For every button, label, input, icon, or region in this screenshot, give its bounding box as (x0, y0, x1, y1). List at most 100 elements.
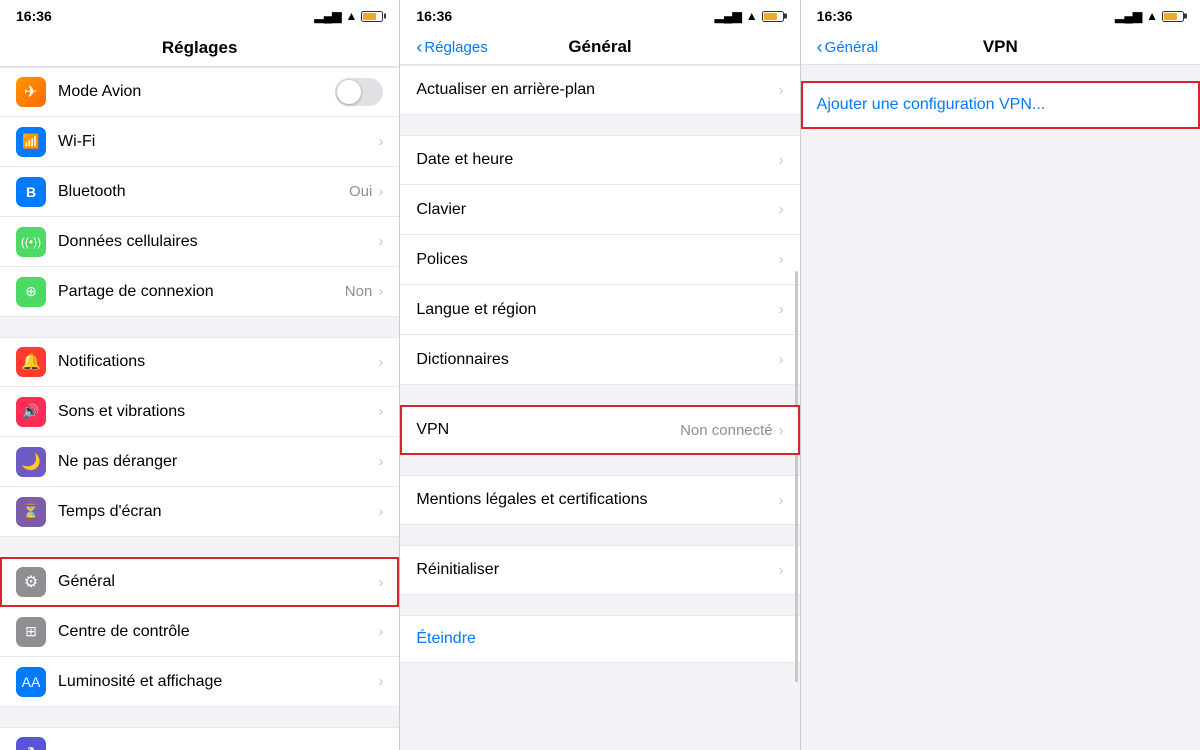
row-keyboard[interactable]: Clavier › (400, 185, 799, 235)
row-controlcenter[interactable]: ⊞ Centre de contrôle › (0, 607, 399, 657)
battery-icon-3 (1162, 11, 1184, 22)
wifi-chevron: › (378, 133, 383, 150)
cellular-label: Données cellulaires (58, 233, 378, 251)
fonts-chevron: › (779, 251, 784, 268)
panel-general: 16:36 ▂▄▆ ▲ ‹ Réglages Général Actualise… (400, 0, 800, 750)
row-background[interactable]: Actualiser en arrière-plan › (400, 65, 799, 115)
spacer-1 (0, 317, 399, 337)
vpn-chevron: › (779, 422, 784, 439)
dnd-chevron: › (378, 453, 383, 470)
settings-list-2[interactable]: Actualiser en arrière-plan › Date et heu… (400, 65, 799, 750)
panel-reglages: 16:36 ▂▄▆ ▲ Réglages ✈ Mode Avion 📶 Wi-F… (0, 0, 400, 750)
controlcenter-chevron: › (378, 623, 383, 640)
nav-bar-3: ‹ Général VPN (801, 30, 1200, 65)
general-label: Général (58, 573, 378, 591)
signal-icon-3: ▂▄▆ (1115, 9, 1142, 23)
row-screentime[interactable]: ⏳ Temps d'écran › (0, 487, 399, 537)
avion-icon: ✈ (16, 77, 46, 107)
dictionary-chevron: › (779, 351, 784, 368)
row-legal[interactable]: Mentions légales et certifications › (400, 475, 799, 525)
hotspot-value: Non (345, 283, 373, 300)
spacer-2 (0, 537, 399, 557)
nav-bar-2: ‹ Réglages Général (400, 30, 799, 65)
display-icon: AA (16, 667, 46, 697)
nav-bar-1: Réglages (0, 30, 399, 67)
row-display[interactable]: AA Luminosité et affichage › (0, 657, 399, 707)
datetime-chevron: › (779, 152, 784, 169)
keyboard-chevron: › (779, 201, 784, 218)
row-general[interactable]: ⚙ Général › (0, 557, 399, 607)
back-chevron-3: ‹ (817, 38, 823, 56)
general-group-1: Actualiser en arrière-plan › (400, 65, 799, 115)
row-fonts[interactable]: Polices › (400, 235, 799, 285)
add-vpn-button[interactable]: Ajouter une configuration VPN... (801, 81, 1200, 129)
display-chevron: › (378, 673, 383, 690)
gen-spacer-4 (400, 525, 799, 545)
spacer-3 (0, 707, 399, 727)
signal-icon-2: ▂▄▆ (715, 9, 742, 23)
status-bar-1: 16:36 ▂▄▆ ▲ (0, 0, 399, 30)
cellular-icon: ((•)) (16, 227, 46, 257)
avion-label: Mode Avion (58, 83, 335, 101)
back-button-3[interactable]: ‹ Général (817, 38, 878, 56)
notifications-icon: 🔔 (16, 347, 46, 377)
general-group-reset: Réinitialiser › (400, 545, 799, 595)
row-cellular[interactable]: ((•)) Données cellulaires › (0, 217, 399, 267)
general-chevron: › (378, 574, 383, 591)
row-dnd[interactable]: 🌙 Ne pas déranger › (0, 437, 399, 487)
battery-fill-1 (363, 13, 376, 20)
gen-spacer-2 (400, 385, 799, 405)
legal-label: Mentions légales et certifications (416, 491, 778, 509)
row-language[interactable]: Langue et région › (400, 285, 799, 335)
status-icons-2: ▂▄▆ ▲ (715, 9, 784, 23)
page-title-1: Réglages (162, 38, 238, 57)
row-avion[interactable]: ✈ Mode Avion (0, 67, 399, 117)
battery-icon-1 (361, 11, 383, 22)
row-datetime[interactable]: Date et heure › (400, 135, 799, 185)
wifi-icon: 📶 (16, 127, 46, 157)
eteindre-link[interactable]: Éteindre (400, 615, 799, 663)
avion-toggle[interactable] (335, 78, 383, 106)
settings-list-1[interactable]: ✈ Mode Avion 📶 Wi-Fi › B Bluetooth Oui ›… (0, 67, 399, 750)
wifi-status-icon-2: ▲ (746, 9, 758, 23)
status-bar-2: 16:36 ▂▄▆ ▲ (400, 0, 799, 30)
hotspot-icon: ⊕ (16, 277, 46, 307)
row-hotspot[interactable]: ⊕ Partage de connexion Non › (0, 267, 399, 317)
screentime-chevron: › (378, 503, 383, 520)
cellular-chevron: › (378, 233, 383, 250)
general-group-legal: Mentions légales et certifications › (400, 475, 799, 525)
general-group-vpn: VPN Non connecté › (400, 405, 799, 455)
notifications-chevron: › (378, 354, 383, 371)
row-wifi[interactable]: 📶 Wi-Fi › (0, 117, 399, 167)
wifi-status-icon-1: ▲ (345, 9, 357, 23)
wifi-label: Wi-Fi (58, 133, 378, 151)
status-time-1: 16:36 (16, 8, 52, 24)
back-button-2[interactable]: ‹ Réglages (416, 38, 487, 56)
language-chevron: › (779, 301, 784, 318)
status-bar-3: 16:36 ▂▄▆ ▲ (801, 0, 1200, 30)
back-chevron-2: ‹ (416, 38, 422, 56)
page-title-2: Général (568, 37, 631, 57)
row-dictionary[interactable]: Dictionnaires › (400, 335, 799, 385)
bluetooth-label: Bluetooth (58, 183, 349, 201)
settings-group-2: 🔔 Notifications › 🔊 Sons et vibrations ›… (0, 337, 399, 537)
sounds-label: Sons et vibrations (58, 403, 378, 421)
settings-group-1: ✈ Mode Avion 📶 Wi-Fi › B Bluetooth Oui ›… (0, 67, 399, 317)
battery-icon-2 (762, 11, 784, 22)
row-notifications[interactable]: 🔔 Notifications › (0, 337, 399, 387)
row-reset[interactable]: Réinitialiser › (400, 545, 799, 595)
sounds-icon: 🔊 (16, 397, 46, 427)
scrollbar[interactable] (795, 271, 798, 682)
row-extra[interactable]: ⁋ › (0, 727, 399, 750)
bluetooth-icon: B (16, 177, 46, 207)
row-vpn[interactable]: VPN Non connecté › (400, 405, 799, 455)
row-sounds[interactable]: 🔊 Sons et vibrations › (0, 387, 399, 437)
row-bluetooth[interactable]: B Bluetooth Oui › (0, 167, 399, 217)
gen-spacer-3 (400, 455, 799, 475)
datetime-label: Date et heure (416, 151, 778, 169)
background-label: Actualiser en arrière-plan (416, 81, 778, 99)
status-icons-3: ▂▄▆ ▲ (1115, 9, 1184, 23)
sounds-chevron: › (378, 403, 383, 420)
vpn-value: Non connecté (680, 422, 773, 439)
back-label-2: Réglages (424, 39, 487, 56)
